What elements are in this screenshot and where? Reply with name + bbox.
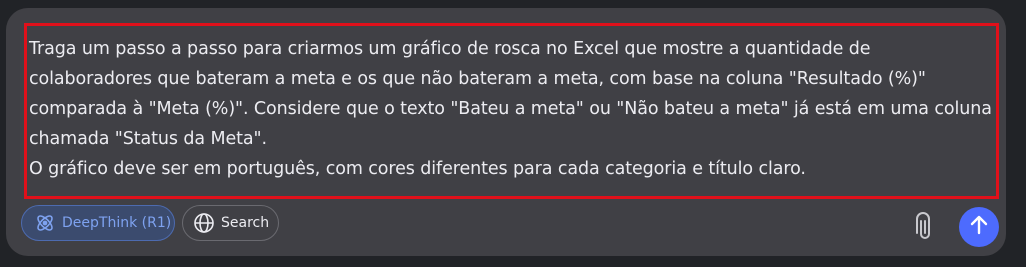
prompt-line: O gráfico deve ser em português, com cor…: [29, 159, 806, 179]
deepthink-button[interactable]: DeepThink (R1): [21, 205, 175, 241]
atom-icon: [34, 212, 56, 234]
deepthink-label: DeepThink (R1): [62, 215, 172, 231]
send-button[interactable]: [959, 207, 999, 247]
arrow-up-icon: [968, 214, 990, 240]
chat-input-box[interactable]: Traga um passo a passo para criarmos um …: [6, 8, 1006, 256]
prompt-textarea[interactable]: Traga um passo a passo para criarmos um …: [24, 23, 999, 199]
prompt-line: colaboradores que bateram a meta e os qu…: [29, 69, 926, 89]
paperclip-icon[interactable]: [912, 212, 938, 242]
search-button[interactable]: Search: [182, 205, 279, 241]
prompt-line: Traga um passo a passo para criarmos um …: [29, 39, 871, 59]
prompt-line: comparada à "Meta (%)". Considere que o …: [29, 99, 992, 119]
prompt-line: chamada "Status da Meta".: [29, 129, 267, 149]
globe-icon: [193, 212, 215, 234]
search-label: Search: [221, 215, 270, 231]
